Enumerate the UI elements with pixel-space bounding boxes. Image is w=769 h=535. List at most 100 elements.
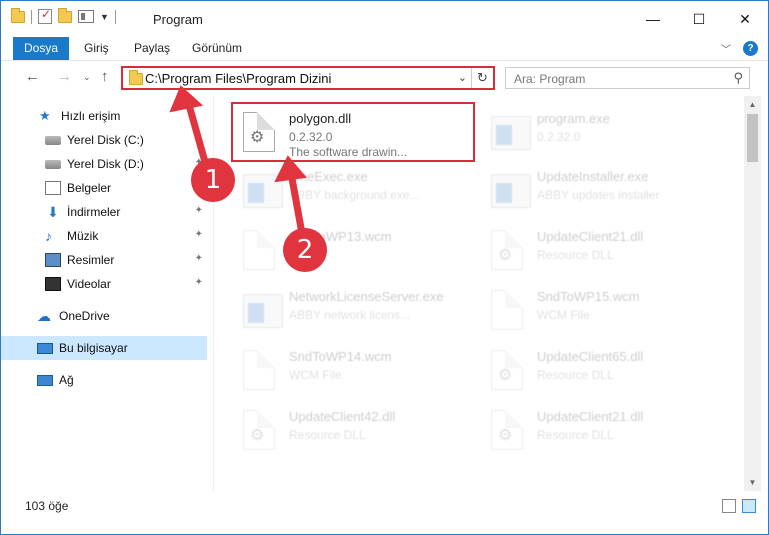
pin-icon[interactable]: ✦ [195, 205, 203, 216]
sidebar-item-pictures[interactable]: Resimler ✦ [1, 248, 207, 272]
sidebar-item-label: Yerel Disk (C:) [67, 133, 144, 147]
file-name: UpdateClient65.dll [537, 349, 644, 364]
exe-file-icon [243, 294, 283, 328]
dll-file-icon: ⚙ [243, 112, 275, 152]
properties-check-icon[interactable] [38, 7, 52, 24]
tab-view[interactable]: Görünüm [192, 37, 242, 60]
file-tile[interactable]: ...neExec.exe ABBY background exe... [233, 162, 473, 218]
exe-file-icon [491, 116, 531, 150]
divider [31, 9, 32, 24]
close-button[interactable]: ✕ [722, 1, 768, 37]
new-folder-icon[interactable] [58, 7, 72, 23]
sidebar-item-onedrive[interactable]: ☁ OneDrive [1, 304, 207, 328]
star-icon: ★ [39, 108, 51, 123]
sidebar-item-downloads[interactable]: ⬇ İndirmeler ✦ [1, 200, 207, 224]
file-name: ...neExec.exe [289, 169, 368, 184]
file-tile-polygon-dll[interactable]: ⚙ polygon.dll 0.2.32.0 The software draw… [231, 102, 475, 162]
file-tile[interactable]: ⚙ UpdateClient21.dll Resource DLL [481, 222, 721, 278]
videos-icon [45, 277, 61, 291]
sidebar-item-this-pc[interactable]: Bu bilgisayar [1, 336, 207, 360]
file-tile[interactable]: NetworkLicenseServer.exe ABBY network li… [233, 282, 473, 338]
navigation-pane: ★ Hızlı erişim Yerel Disk (C:) ✦ Yerel D… [1, 96, 213, 491]
refresh-icon[interactable]: ↻ [471, 68, 493, 88]
file-version: 0.2.32.0 [289, 130, 333, 144]
tab-home[interactable]: Giriş [84, 37, 109, 60]
sidebar-item-label: Yerel Disk (D:) [67, 157, 144, 171]
file-tile[interactable]: SndToWP14.wcm WCM File [233, 342, 473, 398]
file-name: SndToWP15.wcm [537, 289, 640, 304]
expand-ribbon-chevron-icon[interactable]: ﹀ [721, 41, 731, 56]
sidebar-item-network[interactable]: Ağ [1, 368, 207, 392]
address-bar[interactable]: C:\Program Files\Program Dizini ⌄ ↻ [121, 66, 495, 90]
sidebar-item-disk-c[interactable]: Yerel Disk (C:) ✦ [1, 128, 207, 152]
tab-share[interactable]: Paylaş [134, 37, 170, 60]
exe-file-icon [491, 174, 531, 208]
sidebar-item-label: Belgeler [67, 181, 112, 195]
address-dropdown-chevron-icon[interactable]: ⌄ [458, 71, 467, 84]
help-icon[interactable]: ? [743, 41, 758, 56]
file-name: SndToWP14.wcm [289, 349, 392, 364]
file-name: UpdateClient21.dll [537, 409, 644, 424]
maximize-button[interactable]: ☐ [676, 1, 722, 37]
sidebar-item-music[interactable]: ♪ Müzik ✦ [1, 224, 207, 248]
sidebar-item-videos[interactable]: Videolar ✦ [1, 272, 207, 296]
view-options-icon[interactable] [78, 10, 94, 23]
sidebar-item-label: OneDrive [59, 309, 110, 323]
details-view-icon[interactable] [722, 499, 736, 513]
sidebar-item-disk-d[interactable]: Yerel Disk (D:) ✦ [1, 152, 207, 176]
file-description: Resource DLL [537, 248, 614, 262]
quick-access-toolbar: ▼ [11, 7, 116, 24]
file-list: ⚙ polygon.dll 0.2.32.0 The software draw… [221, 96, 741, 491]
gear-icon: ⚙ [250, 427, 265, 444]
file-tile[interactable]: SndToWP13.wcm [233, 222, 473, 278]
scroll-thumb[interactable] [747, 114, 758, 162]
file-tile[interactable]: ⚙ UpdateClient42.dll Resource DLL [233, 402, 473, 458]
file-tile[interactable]: program.exe 0.2.32.0 [481, 104, 721, 160]
address-path[interactable]: C:\Program Files\Program Dizini [145, 71, 331, 86]
scroll-up-icon[interactable]: ▲ [744, 96, 761, 113]
exe-file-icon [243, 174, 283, 208]
music-icon: ♪ [45, 228, 52, 244]
pane-splitter[interactable] [213, 96, 214, 491]
cloud-icon: ☁ [37, 308, 51, 324]
file-version: 0.2.32.0 [537, 130, 581, 144]
vertical-scrollbar[interactable]: ▲ ▼ [744, 96, 761, 491]
step-1-callout: 1 [191, 158, 235, 202]
download-icon: ⬇ [47, 204, 59, 220]
file-icon [491, 290, 523, 330]
file-tile[interactable]: ⚙ UpdateClient21.dll Resource DLL [481, 402, 721, 458]
folder-icon [129, 70, 143, 85]
up-arrow-icon[interactable]: ↑ [101, 68, 109, 85]
status-bar: 103 öğe [1, 495, 768, 517]
search-input[interactable]: Ara: Program ⚲ [505, 67, 750, 89]
file-description: The software drawin... [289, 145, 408, 159]
divider [114, 9, 116, 24]
file-tile[interactable]: SndToWP15.wcm WCM File [481, 282, 721, 338]
minimize-button[interactable]: — [630, 1, 676, 37]
customize-toolbar-chevron-icon[interactable]: ▼ [100, 12, 109, 22]
tiles-view-icon[interactable] [742, 499, 756, 513]
back-arrow-icon[interactable]: ← [25, 68, 40, 85]
file-name: NetworkLicenseServer.exe [289, 289, 444, 304]
tab-file[interactable]: Dosya [13, 37, 69, 60]
search-placeholder: Ara: Program [514, 72, 586, 86]
file-name: polygon.dll [289, 111, 352, 126]
file-icon [243, 350, 275, 390]
sidebar-item-label: Hızlı erişim [61, 109, 121, 123]
dll-file-icon: ⚙ [491, 410, 523, 450]
sidebar-item-documents[interactable]: Belgeler ✦ [1, 176, 207, 200]
pin-icon[interactable]: ✦ [195, 133, 203, 144]
file-icon [243, 230, 275, 270]
recent-locations-chevron-icon[interactable]: ⌄ [83, 72, 91, 83]
scroll-down-icon[interactable]: ▼ [744, 474, 761, 491]
file-description: WCM File [537, 308, 590, 322]
file-tile[interactable]: UpdateInstaller.exe ABBY updates install… [481, 162, 721, 218]
forward-arrow-icon[interactable]: → [57, 68, 72, 85]
pin-icon[interactable]: ✦ [195, 229, 203, 240]
pin-icon[interactable]: ✦ [195, 253, 203, 264]
pin-icon[interactable]: ✦ [195, 277, 203, 288]
sidebar-item-quick-access[interactable]: ★ Hızlı erişim [1, 104, 207, 128]
gear-icon: ⚙ [498, 247, 513, 264]
file-tile[interactable]: ⚙ UpdateClient65.dll Resource DLL [481, 342, 721, 398]
search-icon[interactable]: ⚲ [733, 70, 743, 86]
